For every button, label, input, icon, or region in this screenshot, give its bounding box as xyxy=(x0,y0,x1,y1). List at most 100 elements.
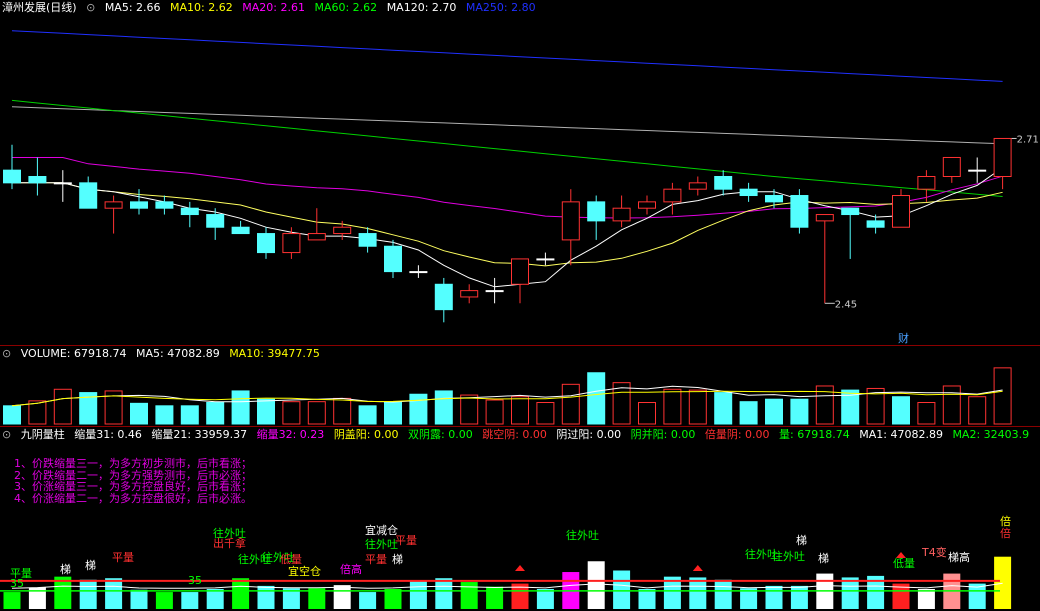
volume-bar xyxy=(993,367,1012,425)
candle-body xyxy=(485,290,504,293)
candle-body xyxy=(536,258,555,261)
signal-label: 出千拿 xyxy=(213,536,246,550)
candle-body xyxy=(130,201,148,209)
price-pane[interactable]: 2.71 2.45 财 漳州发展(日线) ⊙ MA5: 2.66 MA10: 2.6… xyxy=(0,0,1040,345)
candle-body xyxy=(53,182,72,185)
ma250-line xyxy=(11,30,1003,82)
candle-body xyxy=(993,137,1012,178)
candle-body xyxy=(28,176,47,184)
ind-yinguoyang: 阴过阳: 0.00 xyxy=(556,428,622,441)
volume-bar xyxy=(892,396,910,425)
signal-label: T4变 xyxy=(921,545,947,559)
ma250-label: MA250: 2.80 xyxy=(465,1,536,14)
signal-label: 梯 xyxy=(392,553,403,566)
signal-label: 平量 xyxy=(112,551,134,564)
indicator-bar xyxy=(638,588,656,609)
volume-bar xyxy=(714,392,733,425)
volume-bar xyxy=(942,385,961,425)
volume-bar xyxy=(739,401,758,425)
stock-title: 漳州发展(日线) xyxy=(2,1,77,14)
indicator-bar xyxy=(714,579,732,609)
indicator-bar xyxy=(333,585,351,609)
chevron-down-icon[interactable]: ⊙ xyxy=(86,1,95,14)
ma120-line xyxy=(11,106,1003,145)
up-arrow-icon xyxy=(515,565,525,571)
candle-body xyxy=(333,226,352,235)
volume-label: VOLUME: 67918.74 xyxy=(20,347,127,360)
volume-pane[interactable]: ⊙ VOLUME: 67918.74 MA5: 47082.89 MA10: 3… xyxy=(0,346,1040,426)
candle-body xyxy=(714,176,733,190)
signal-label: 梯 xyxy=(85,559,96,572)
volume-bar xyxy=(155,405,174,425)
ma5-label: MA5: 2.66 xyxy=(104,1,161,14)
signal-label: 宜减仓 xyxy=(365,523,398,537)
ma5-line xyxy=(12,167,1003,288)
candle-body xyxy=(841,207,860,216)
volume-bar xyxy=(536,402,555,425)
candle-body xyxy=(358,233,377,247)
candle-body xyxy=(257,233,275,254)
up-arrow-icon xyxy=(896,552,906,558)
candle-body xyxy=(942,156,961,177)
indicator-notes: 1、价跌缩量三一，为多方初步测市，后市看涨； 2、价跌缩量二一，为多方强势测市，… xyxy=(14,458,252,504)
indicator-chart[interactable]: 平量梯梯平量往外吐出千拿往外吐往外吐低量宜空仓宜减仓往外吐平量平量 梯倍高往外吐往… xyxy=(0,427,1040,611)
chevron-down-icon[interactable]: ⊙ xyxy=(2,428,11,441)
candle-body xyxy=(739,188,758,197)
volume-bar xyxy=(460,394,479,425)
candle-body xyxy=(409,271,428,274)
candlestick-chart[interactable]: 2.71 2.45 财 xyxy=(0,0,1040,345)
candle-body xyxy=(790,195,809,228)
indicator-bar xyxy=(257,585,275,609)
candle-body xyxy=(434,283,453,311)
indicator-pane[interactable]: 平量梯梯平量 往外吐 出千拿 往外吐 往外吐 低量 宜空仓 宜减仓 往外吐 平量 平量梯倍高 往外吐往… xyxy=(0,427,1040,611)
signal-label: 35 xyxy=(188,574,202,587)
indicator-bar xyxy=(232,578,250,609)
up-arrow-icon xyxy=(692,565,703,571)
candle-body xyxy=(815,214,834,222)
candle-body xyxy=(688,182,707,190)
candle-body xyxy=(917,176,936,190)
candle-body xyxy=(282,233,301,254)
indicator-bar xyxy=(130,589,148,609)
indicator-bar xyxy=(689,577,707,609)
indicator-bar xyxy=(79,579,97,609)
ma120-label: MA120: 2.70 xyxy=(386,1,457,14)
candle-body xyxy=(561,201,580,241)
signal-label: 往外吐 xyxy=(566,528,599,542)
candle-body xyxy=(384,245,402,273)
signal-label: 梯 xyxy=(796,534,807,547)
volume-bar xyxy=(282,401,301,425)
volume-header: ⊙ VOLUME: 67918.74 MA5: 47082.89 MA10: 3… xyxy=(2,347,326,361)
volume-bar xyxy=(765,398,783,425)
ind-ma2: MA2: 32403.9 xyxy=(952,428,1030,441)
candle-body xyxy=(612,207,631,222)
signal-label: 平量 xyxy=(395,534,417,547)
volume-bar xyxy=(688,389,707,425)
chevron-down-icon[interactable]: ⊙ xyxy=(2,347,11,360)
candle-body xyxy=(104,201,123,209)
indicator-bar xyxy=(536,588,554,609)
indicator-name: 九阴量柱 xyxy=(20,428,65,441)
volume-bar xyxy=(561,383,580,425)
signal-label: 倍 xyxy=(1000,514,1011,528)
volume-bar xyxy=(53,388,72,425)
ind-yingaiyang: 阴盖阳: 0.00 xyxy=(333,428,399,441)
signal-label: 倍高 xyxy=(340,562,362,576)
volume-bar xyxy=(587,372,606,425)
volume-bar xyxy=(485,399,504,425)
volume-bar xyxy=(307,401,326,425)
indicator-bar xyxy=(155,592,173,609)
finance-tag: 财 xyxy=(898,331,909,345)
ma20-label: MA20: 2.61 xyxy=(242,1,305,14)
candle-body xyxy=(511,258,529,285)
ind-suoliang32: 缩量32: 0.23 xyxy=(256,428,325,441)
indicator-bar xyxy=(613,570,631,609)
candle-body xyxy=(638,201,656,209)
signal-label: 梯 xyxy=(60,563,71,576)
volume-bar xyxy=(130,402,148,425)
signal-label: 35 xyxy=(10,577,24,590)
candle-body xyxy=(206,214,225,228)
volume-ma5-label: MA5: 47082.89 xyxy=(135,347,220,360)
indicator-bar xyxy=(384,588,402,609)
volume-bar xyxy=(968,396,987,425)
